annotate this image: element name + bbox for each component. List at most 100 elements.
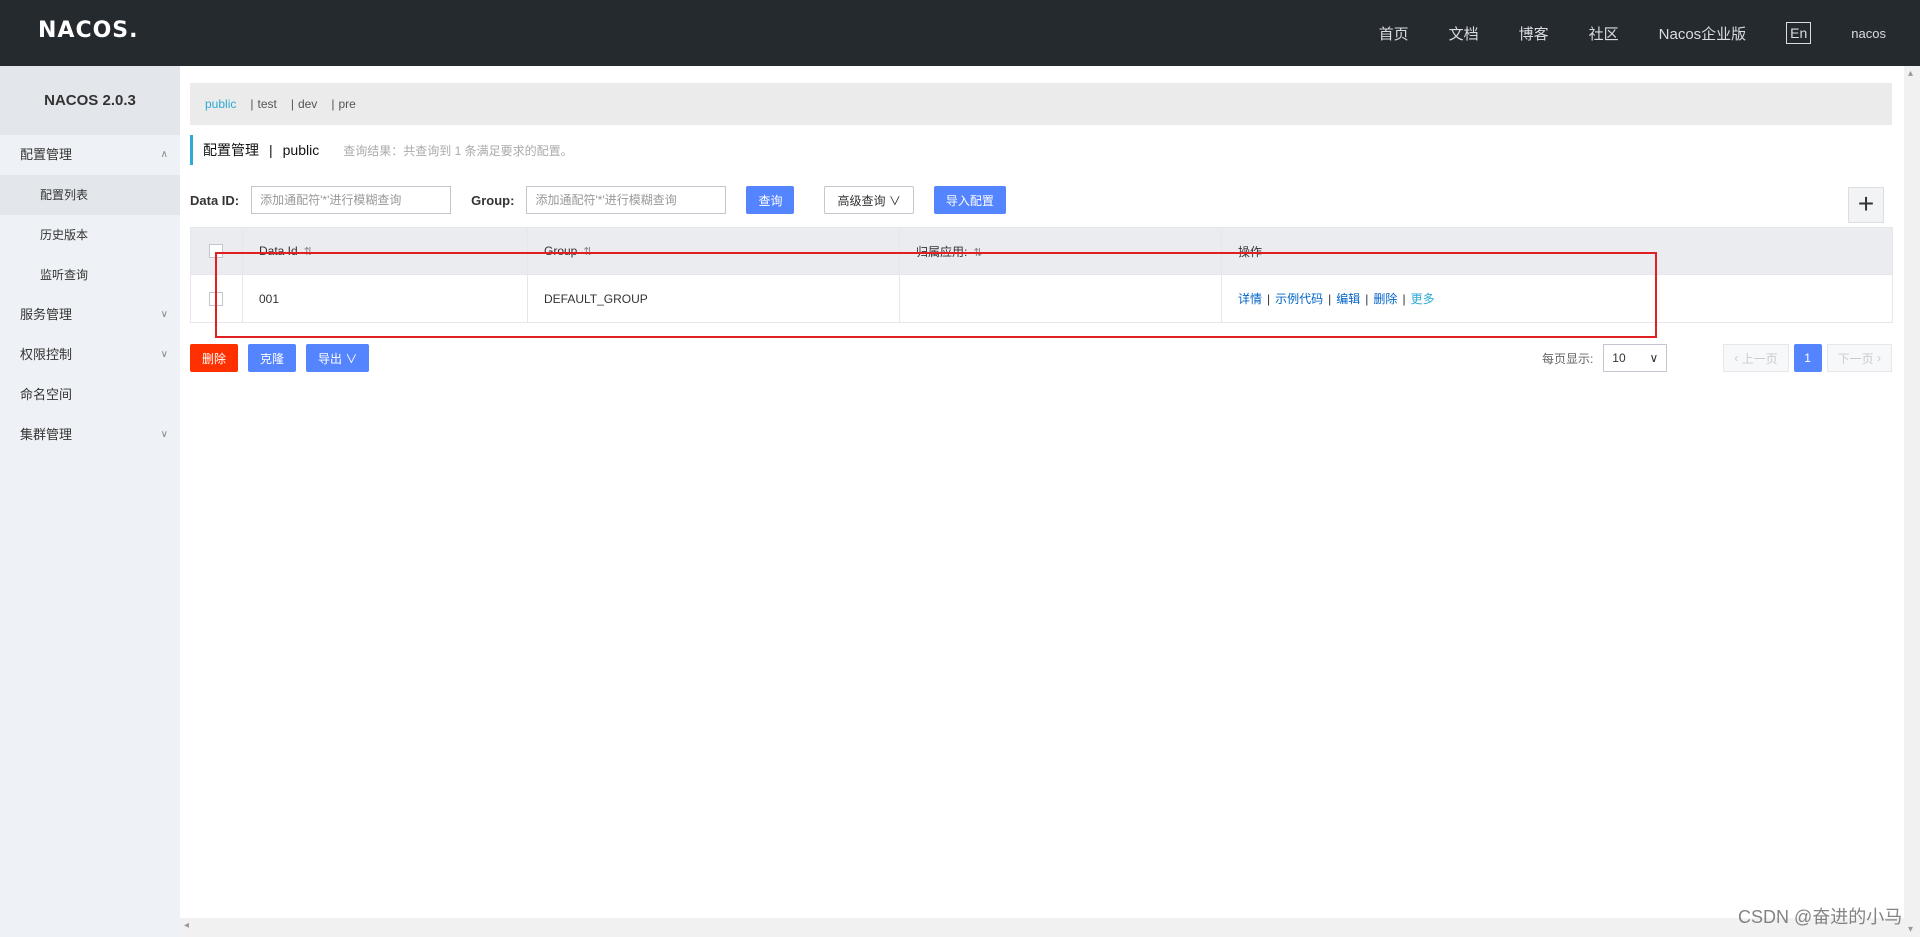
row-checkbox[interactable] <box>209 291 223 306</box>
header-label: 操作 <box>1238 244 1263 259</box>
op-separator: | <box>1365 292 1369 306</box>
top-nav-menu: 首页 文档 博客 社区 Nacos企业版 En nacos <box>1339 0 1886 66</box>
user-name[interactable]: nacos <box>1851 26 1886 41</box>
current-namespace: public <box>282 142 320 158</box>
filter-row: Data ID: Group: 查询 高级查询 ∨ 导入配置 <box>190 185 1006 215</box>
config-table: Data Id ⇅ Group ⇅ 归属应用: ⇅ 操作 001 DEFAULT_GR… <box>190 227 1893 323</box>
nav-enterprise[interactable]: Nacos企业版 <box>1659 23 1747 44</box>
import-config-button[interactable]: 导入配置 <box>933 186 1006 214</box>
header-label: 归属应用: <box>916 244 968 259</box>
prev-page-button[interactable]: ‹ 上一页 <box>1723 344 1789 372</box>
page-size-select[interactable]: 10 ∨ <box>1603 344 1668 372</box>
header-operations: 操作 <box>1221 227 1893 275</box>
table-row: 001 DEFAULT_GROUP 详情 | 示例代码 | 编辑 | 删除 | 更多 <box>190 274 1893 323</box>
sidebar-item-history[interactable]: 历史版本 <box>0 215 180 255</box>
namespace-separator: | <box>290 97 294 111</box>
page-size-value: 10 <box>1612 351 1626 365</box>
csdn-watermark: CSDN @奋进的小马 <box>1738 907 1903 927</box>
sidebar-group-label: 配置管理 <box>20 147 73 162</box>
vertical-scrollbar[interactable]: ▴ ▾ <box>1904 66 1920 937</box>
data-id-label: Data ID: <box>190 192 240 208</box>
namespace-separator: | <box>331 97 335 111</box>
sidebar-group-service[interactable]: 服务管理 ∨ <box>0 295 180 335</box>
sidebar-group-label: 权限控制 <box>20 347 73 362</box>
op-separator: | <box>1328 292 1332 306</box>
add-config-button[interactable]: + <box>1848 187 1884 223</box>
row-select-cell <box>190 274 243 323</box>
cell-operations: 详情 | 示例代码 | 编辑 | 删除 | 更多 <box>1221 274 1893 323</box>
nav-home[interactable]: 首页 <box>1379 23 1409 44</box>
chevron-down-icon: ∨ <box>345 351 358 366</box>
export-label: 导出 <box>318 351 343 366</box>
chevron-right-icon: › <box>1873 351 1881 365</box>
op-sample-code-link[interactable]: 示例代码 <box>1275 292 1323 306</box>
sort-icon[interactable]: ⇅ <box>583 246 592 258</box>
group-input[interactable] <box>526 186 727 214</box>
namespace-bar: public | test | dev | pre <box>190 83 1892 125</box>
op-more-link[interactable]: 更多 <box>1411 292 1435 306</box>
sidebar: NACOS 2.0.3 配置管理 ∧ 配置列表 历史版本 监听查询 服务管理 ∨… <box>0 66 180 937</box>
query-result-text: 查询结果：共查询到 1 条满足要求的配置。 <box>343 143 573 158</box>
namespace-public[interactable]: public <box>205 97 236 111</box>
sort-icon[interactable]: ⇅ <box>304 246 313 258</box>
clone-button[interactable]: 克隆 <box>248 344 297 372</box>
header-label: Data Id <box>259 244 298 258</box>
nav-community[interactable]: 社区 <box>1589 23 1619 44</box>
chevron-down-icon: ∨ <box>160 309 168 320</box>
header-group[interactable]: Group ⇅ <box>527 227 900 275</box>
namespace-dev[interactable]: dev <box>298 97 317 111</box>
sidebar-group-cluster[interactable]: 集群管理 ∨ <box>0 415 180 455</box>
header-app[interactable]: 归属应用: ⇅ <box>899 227 1222 275</box>
chevron-down-icon: ∨ <box>160 429 168 440</box>
next-page-label: 下一页 <box>1837 351 1874 366</box>
sidebar-group-namespace[interactable]: 命名空间 <box>0 375 180 415</box>
data-id-input[interactable] <box>251 186 452 214</box>
group-label: Group: <box>471 192 515 208</box>
sidebar-group-label: 服务管理 <box>20 307 73 322</box>
nav-blog[interactable]: 博客 <box>1519 23 1549 44</box>
pagination: 每页显示: 10 ∨ ‹ 上一页 1 下一页 › <box>1542 344 1892 372</box>
advanced-query-button[interactable]: 高级查询 ∨ <box>824 186 914 214</box>
sidebar-group-auth[interactable]: 权限控制 ∨ <box>0 335 180 375</box>
query-button[interactable]: 查询 <box>746 186 795 214</box>
op-detail-link[interactable]: 详情 <box>1238 292 1262 306</box>
select-all-cell <box>190 227 243 275</box>
bulk-actions: 删除 克隆 导出 ∨ <box>190 344 379 372</box>
scroll-down-icon[interactable]: ▾ <box>1908 924 1913 935</box>
select-all-checkbox[interactable] <box>209 244 223 259</box>
sidebar-item-config-list[interactable]: 配置列表 <box>0 175 180 215</box>
next-page-button[interactable]: 下一页 › <box>1826 344 1892 372</box>
op-edit-link[interactable]: 编辑 <box>1336 292 1360 306</box>
nav-docs[interactable]: 文档 <box>1449 23 1479 44</box>
sidebar-group-label: 集群管理 <box>20 427 73 442</box>
chevron-down-icon: ∨ <box>160 349 168 360</box>
sidebar-item-listener[interactable]: 监听查询 <box>0 255 180 295</box>
namespace-separator: | <box>250 97 254 111</box>
page-number-current[interactable]: 1 <box>1793 344 1822 372</box>
header-data-id[interactable]: Data Id ⇅ <box>242 227 528 275</box>
export-button[interactable]: 导出 ∨ <box>306 344 370 372</box>
bulk-delete-button[interactable]: 删除 <box>190 344 239 372</box>
chevron-left-icon: ‹ <box>1734 351 1742 365</box>
namespace-test[interactable]: test <box>257 97 276 111</box>
nacos-logo[interactable]: NACOS. <box>38 18 139 43</box>
namespace-pre[interactable]: pre <box>338 97 355 111</box>
sort-icon[interactable]: ⇅ <box>973 247 982 259</box>
top-navbar: NACOS. 首页 文档 博客 社区 Nacos企业版 En nacos <box>0 0 1920 66</box>
cell-group: DEFAULT_GROUP <box>527 274 900 323</box>
scroll-up-icon[interactable]: ▴ <box>1908 68 1913 79</box>
prev-page-label: 上一页 <box>1741 351 1778 366</box>
sidebar-group-label: 命名空间 <box>20 387 73 402</box>
op-delete-link[interactable]: 删除 <box>1373 292 1397 306</box>
page-title: 配置管理 <box>203 142 259 158</box>
page-header: 配置管理 | public 查询结果：共查询到 1 条满足要求的配置。 <box>190 135 573 165</box>
chevron-down-icon: ∨ <box>1649 351 1659 365</box>
horizontal-scrollbar[interactable]: ◂ <box>180 918 1904 937</box>
cell-data-id: 001 <box>242 274 528 323</box>
op-separator: | <box>1402 292 1406 306</box>
cell-app <box>899 274 1222 323</box>
sidebar-group-config[interactable]: 配置管理 ∧ <box>0 135 180 175</box>
language-toggle-button[interactable]: En <box>1786 22 1812 44</box>
scroll-left-icon[interactable]: ◂ <box>184 920 189 931</box>
op-separator: | <box>1267 292 1271 306</box>
